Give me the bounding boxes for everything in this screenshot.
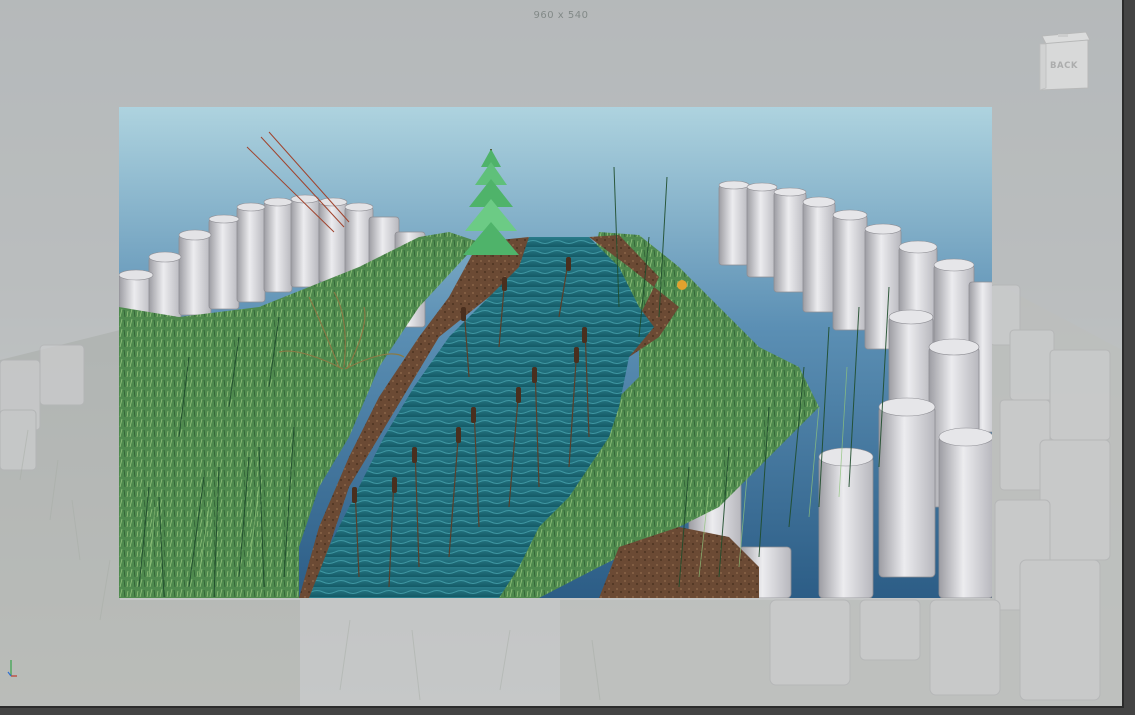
axis-gizmo-icon: [7, 660, 17, 677]
render-view: [119, 107, 992, 598]
resolution-gate-label: 960 x 540: [533, 10, 589, 21]
3d-viewport[interactable]: 960 x 540 BACK: [0, 0, 1124, 708]
viewport-right-border: [1124, 0, 1135, 715]
viewcube-icon[interactable]: [1036, 28, 1092, 92]
viewcube-face-label[interactable]: BACK: [1036, 61, 1092, 71]
viewport-bottom-border: [0, 708, 1135, 715]
viewcube[interactable]: BACK: [1036, 28, 1092, 92]
